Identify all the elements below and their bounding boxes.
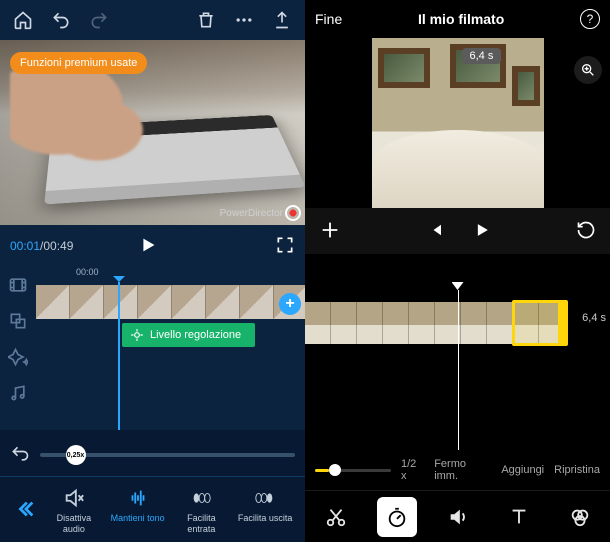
easeout-label: Facilita uscita xyxy=(238,513,293,523)
right-playbar xyxy=(305,208,610,254)
time-current: 00:01 xyxy=(10,239,40,253)
home-icon[interactable] xyxy=(6,3,40,37)
left-topbar xyxy=(0,0,305,40)
adjustment-layer-label: Livello regolazione xyxy=(150,329,241,341)
right-preview[interactable]: 6,4 s xyxy=(305,38,610,208)
redo-icon xyxy=(82,3,116,37)
ease-in-option[interactable]: Facilita entrata xyxy=(172,487,232,534)
filter-tool-icon[interactable] xyxy=(560,497,600,537)
undo-icon[interactable] xyxy=(44,3,78,37)
adjustment-layer-chip[interactable]: Livello regolazione xyxy=(122,323,255,347)
pitch-icon xyxy=(127,487,149,509)
speed-slider[interactable]: 0,25x xyxy=(40,453,295,457)
speed-panel: 0,25x Disattiva audio Mantieni tono Faci… xyxy=(0,430,305,542)
zoom-icon[interactable] xyxy=(574,56,602,84)
right-speed-controls: 1/2 x Fermo imm. Aggiungi Ripristina xyxy=(315,456,600,484)
left-playbar: 00:01/00:49 xyxy=(0,225,305,267)
time-duration: 00:49 xyxy=(43,239,73,253)
play-icon[interactable] xyxy=(472,220,492,243)
brand-watermark: PowerDirector xyxy=(220,208,283,219)
timecode: 00:01/00:49 xyxy=(10,239,73,253)
powerdirector-app: Funzioni premium usate PowerDirector 00:… xyxy=(0,0,305,542)
layers-icon[interactable] xyxy=(6,309,30,333)
timeline-ruler: 00:00 xyxy=(36,267,305,283)
left-preview[interactable]: Funzioni premium usate PowerDirector xyxy=(0,40,305,225)
done-button[interactable]: Fine xyxy=(315,11,342,27)
speed-options-row: Disattiva audio Mantieni tono Facilita e… xyxy=(10,481,295,538)
text-tool-icon[interactable] xyxy=(499,497,539,537)
premium-badge[interactable]: Funzioni premium usate xyxy=(10,52,147,74)
add-button[interactable]: Aggiungi xyxy=(501,464,544,476)
cut-tool-icon[interactable] xyxy=(316,497,356,537)
fullscreen-icon[interactable] xyxy=(275,235,295,258)
pitch-label: Mantieni tono xyxy=(111,513,165,523)
reset-button[interactable]: Ripristina xyxy=(554,464,600,476)
right-playhead[interactable] xyxy=(458,290,459,450)
timeline-tool-column xyxy=(0,267,36,430)
preview-frame xyxy=(372,38,544,208)
right-timeline[interactable]: 6,4 s 1/2 x Fermo imm. Aggiungi Ripristi… xyxy=(305,254,610,490)
effects-icon[interactable] xyxy=(6,345,30,369)
easein-label: Facilita entrata xyxy=(187,513,216,534)
clip-selection[interactable] xyxy=(512,300,568,346)
project-title: Il mio filmato xyxy=(418,11,504,27)
adjust-icon xyxy=(130,328,144,342)
duration-chip: 6,4 s xyxy=(462,48,502,64)
video-track[interactable] xyxy=(36,285,305,319)
left-timeline[interactable]: 00:00 + Livello regolazione xyxy=(0,267,305,430)
speed-tool-icon[interactable] xyxy=(377,497,417,537)
clip-duration-label: 6,4 s xyxy=(582,312,606,324)
record-indicator-icon xyxy=(285,205,301,221)
add-media-icon[interactable] xyxy=(319,219,341,244)
ease-in-icon xyxy=(190,487,212,509)
skip-back-icon[interactable] xyxy=(426,221,444,242)
speed-slider-knob[interactable]: 0,25x xyxy=(66,445,86,465)
ease-out-icon xyxy=(254,487,276,509)
play-button[interactable] xyxy=(137,234,159,259)
audio-tool-icon[interactable] xyxy=(438,497,478,537)
ease-out-option[interactable]: Facilita uscita xyxy=(235,487,295,523)
mute-label: Disattiva audio xyxy=(57,513,92,534)
freeze-frame-button[interactable]: Fermo imm. xyxy=(434,458,491,482)
speed-slider-right[interactable] xyxy=(315,469,391,472)
help-icon[interactable]: ? xyxy=(580,9,600,29)
speed-knob-right[interactable] xyxy=(329,464,341,476)
imovie-app: Fine Il mio filmato ? 6,4 s xyxy=(305,0,610,542)
revert-icon[interactable] xyxy=(576,220,596,243)
panel-undo-icon[interactable] xyxy=(10,444,30,467)
right-topbar: Fine Il mio filmato ? xyxy=(305,0,610,38)
music-icon[interactable] xyxy=(6,381,30,405)
mute-audio-option[interactable]: Disattiva audio xyxy=(44,487,104,534)
playhead[interactable] xyxy=(118,282,120,430)
keep-pitch-option[interactable]: Mantieni tono xyxy=(108,487,168,523)
mute-icon xyxy=(63,487,85,509)
speed-ratio: 1/2 x xyxy=(401,458,424,482)
more-icon[interactable] xyxy=(227,3,261,37)
trash-icon[interactable] xyxy=(189,3,223,37)
collapse-panel-icon[interactable] xyxy=(10,487,40,531)
add-clip-button[interactable]: + xyxy=(279,293,301,315)
right-toolbar xyxy=(305,490,610,542)
export-icon[interactable] xyxy=(265,3,299,37)
film-icon[interactable] xyxy=(6,273,30,297)
